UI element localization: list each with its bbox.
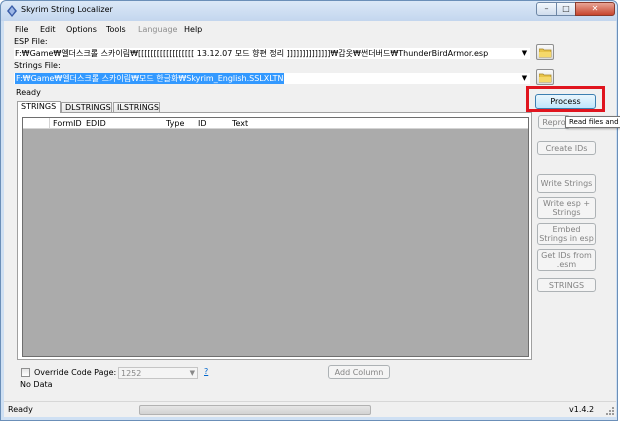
- browse-esp-button[interactable]: [536, 44, 554, 60]
- strings-grid[interactable]: FormID EDID Type ID Text: [22, 117, 529, 357]
- minimize-button[interactable]: –: [536, 2, 557, 16]
- strings-file-label: Strings File:: [14, 61, 61, 70]
- menu-tools[interactable]: Tools: [106, 25, 126, 34]
- title-bar[interactable]: Skyrim String Localizer – □ ✕: [1, 1, 617, 21]
- app-window: Skyrim String Localizer – □ ✕ File Edit …: [0, 0, 620, 421]
- folder-icon: [539, 73, 552, 83]
- app-icon: [7, 5, 17, 17]
- browse-strings-button[interactable]: [536, 69, 554, 85]
- add-column-button[interactable]: Add Column: [328, 365, 390, 379]
- column-formid[interactable]: FormID: [53, 118, 82, 129]
- override-code-page-label: Override Code Page:: [34, 368, 117, 377]
- strings-file-value: F:₩Game₩엘더스크롤 스카이림₩모드 한글화₩Skyrim_English…: [15, 73, 285, 84]
- process-highlight-box: [526, 86, 605, 112]
- version-label: v1.4.2: [569, 405, 595, 414]
- esp-file-value: F:₩Game₩엘더스크롤 스카이림₩[[[[[[[[[[[[[[[[[[ 13…: [15, 49, 489, 58]
- column-divider: [49, 118, 50, 129]
- status-text: Ready: [8, 405, 33, 414]
- code-page-select[interactable]: 1252 ▼: [118, 367, 198, 379]
- grid-header: FormID EDID Type ID Text: [23, 118, 528, 129]
- embed-strings-button[interactable]: Embed Strings in esp: [537, 223, 596, 245]
- esp-file-label: ESP File:: [14, 37, 48, 46]
- get-ids-from-esm-button[interactable]: Get IDs from .esm: [537, 249, 596, 271]
- close-button[interactable]: ✕: [575, 2, 615, 16]
- column-type[interactable]: Type: [166, 118, 184, 129]
- status-ready-label: Ready: [16, 88, 41, 97]
- menu-bar: File Edit Options Tools Language Help: [4, 23, 616, 37]
- override-code-page-checkbox[interactable]: [21, 368, 30, 377]
- write-strings-button[interactable]: Write Strings: [537, 174, 596, 193]
- code-page-value: 1252: [121, 369, 142, 378]
- progress-bar: [139, 405, 371, 415]
- column-text[interactable]: Text: [232, 118, 248, 129]
- strings-file-combo[interactable]: F:₩Game₩엘더스크롤 스카이림₩모드 한글화₩Skyrim_English…: [14, 73, 530, 84]
- menu-file[interactable]: File: [15, 25, 28, 34]
- column-edid[interactable]: EDID: [86, 118, 106, 129]
- status-bar: Ready v1.4.2: [4, 401, 616, 417]
- chevron-down-icon: ▼: [189, 369, 195, 377]
- menu-edit[interactable]: Edit: [40, 25, 56, 34]
- process-tooltip: Read files and: [565, 116, 620, 128]
- client-area: File Edit Options Tools Language Help ES…: [4, 21, 616, 417]
- no-data-label: No Data: [20, 380, 53, 389]
- chevron-down-icon[interactable]: ▼: [520, 48, 529, 59]
- help-link[interactable]: ?: [204, 367, 208, 376]
- resize-grip-icon[interactable]: [606, 407, 614, 415]
- tab-strings[interactable]: STRINGS: [17, 101, 61, 113]
- esp-file-combo[interactable]: F:₩Game₩엘더스크롤 스카이림₩[[[[[[[[[[[[[[[[[[ 13…: [14, 48, 530, 59]
- folder-icon: [539, 48, 552, 58]
- menu-language[interactable]: Language: [138, 25, 177, 34]
- maximize-button[interactable]: □: [556, 2, 576, 16]
- chevron-down-icon[interactable]: ▼: [520, 73, 529, 84]
- column-id[interactable]: ID: [198, 118, 207, 129]
- strings-tab-panel: FormID EDID Type ID Text: [17, 112, 532, 360]
- strings-button[interactable]: STRINGS: [537, 278, 596, 292]
- create-ids-button[interactable]: Create IDs: [537, 141, 596, 155]
- menu-help[interactable]: Help: [184, 25, 202, 34]
- menu-options[interactable]: Options: [66, 25, 97, 34]
- write-esp-strings-button[interactable]: Write esp + Strings: [537, 197, 596, 219]
- window-title: Skyrim String Localizer: [21, 5, 113, 14]
